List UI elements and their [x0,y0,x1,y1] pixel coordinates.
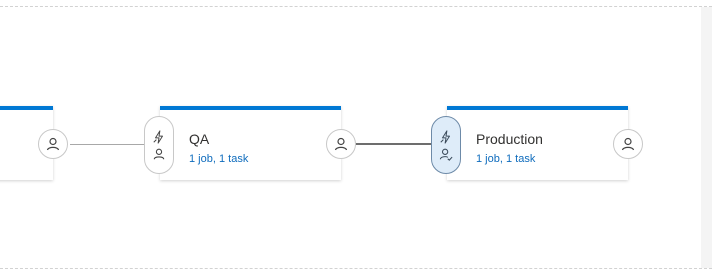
canvas-bottom-border [0,268,712,269]
person-icon [45,136,61,152]
lightning-icon [152,129,166,144]
lightning-icon [439,129,453,144]
person-check-icon [439,147,453,161]
pre-deployment-conditions-button[interactable] [144,116,174,174]
stage-job-summary[interactable]: 1 job, 1 task [476,153,535,165]
connector-qa-production [356,143,432,145]
person-icon [620,136,636,152]
post-deployment-approver-button[interactable] [326,129,356,159]
person-icon [152,147,166,161]
pre-deployment-conditions-button[interactable] [431,116,461,174]
stage-name[interactable]: QA [189,131,209,147]
canvas-scrollbar-track[interactable] [701,7,712,268]
stage-card-qa[interactable]: QA 1 job, 1 task [160,106,341,180]
stage-job-summary[interactable]: 1 job, 1 task [189,153,248,165]
post-deployment-approver-button[interactable] [38,129,68,159]
person-icon [333,136,349,152]
connector-dev-qa [70,144,144,145]
stage-card-production[interactable]: Production 1 job, 1 task [447,106,628,180]
stage-name[interactable]: Production [476,131,543,147]
canvas-top-border [0,6,712,7]
post-deployment-approver-button[interactable] [613,129,643,159]
